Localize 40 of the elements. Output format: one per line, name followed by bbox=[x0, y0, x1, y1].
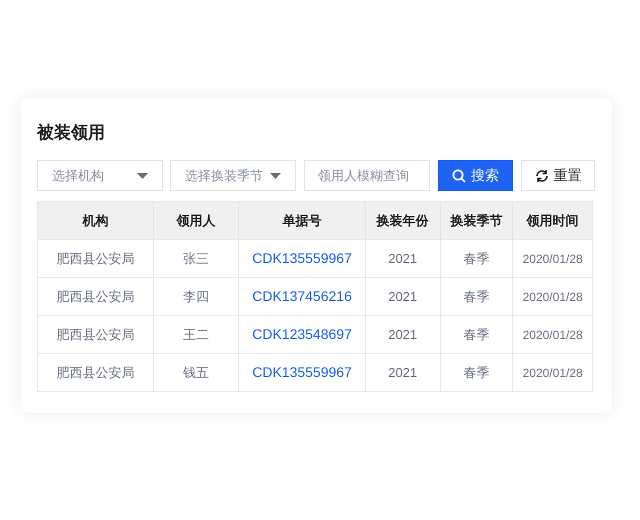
table-cell: 2020/01/28 bbox=[512, 240, 592, 277]
column-header: 换装年份 bbox=[364, 202, 440, 239]
column-header: 单据号 bbox=[238, 202, 365, 239]
table-cell-text: 肥西县公安局 bbox=[55, 250, 136, 268]
table-cell: 王二 bbox=[152, 316, 238, 353]
org-select[interactable]: 选择机构 bbox=[37, 160, 163, 191]
page-title: 被装领用 bbox=[37, 122, 106, 144]
name-search-field[interactable]: 领用人模糊查询 bbox=[304, 160, 430, 191]
column-header: 换装季节 bbox=[440, 202, 512, 239]
table-cell: 2020/01/28 bbox=[512, 354, 592, 391]
column-header: 领用人 bbox=[152, 202, 238, 239]
document-link[interactable]: CDK137456216 bbox=[238, 278, 365, 315]
table-cell: 2021 bbox=[364, 278, 440, 315]
table-cell: 钱五 bbox=[152, 354, 238, 391]
column-header: 机构 bbox=[81, 212, 110, 230]
table-cell: 2021 bbox=[364, 316, 440, 353]
reset-button[interactable]: 重置 bbox=[521, 160, 595, 191]
table-cell: 2020/01/28 bbox=[512, 278, 592, 315]
table-cell: 2021 bbox=[364, 240, 440, 277]
table-cell: 春季 bbox=[440, 278, 512, 315]
table-cell: 张三 bbox=[152, 240, 238, 277]
document-link[interactable]: CDK135559967 bbox=[238, 240, 365, 277]
table-cell: 春季 bbox=[440, 316, 512, 353]
search-button[interactable]: 搜索 bbox=[438, 160, 513, 191]
season-select[interactable]: 选择换装季节 bbox=[170, 160, 296, 191]
document-link[interactable]: CDK135559967 bbox=[238, 354, 365, 391]
table-cell: 2020/01/28 bbox=[512, 316, 592, 353]
search-icon bbox=[452, 168, 466, 182]
table-cell: 春季 bbox=[440, 354, 512, 391]
refresh-icon bbox=[534, 168, 548, 182]
caret-icon bbox=[270, 172, 281, 178]
table-cell: 李四 bbox=[152, 278, 238, 315]
table-cell-text: 肥西县公安局 bbox=[55, 288, 136, 306]
document-link[interactable]: CDK123548697 bbox=[238, 316, 365, 353]
column-header: 领用时间 bbox=[512, 202, 592, 239]
table-cell: 2021 bbox=[364, 354, 440, 391]
caret-icon bbox=[137, 172, 148, 178]
table-cell: 春季 bbox=[440, 240, 512, 277]
table-cell-text: 肥西县公安局 bbox=[55, 364, 136, 382]
table-cell-text: 肥西县公安局 bbox=[55, 326, 136, 344]
